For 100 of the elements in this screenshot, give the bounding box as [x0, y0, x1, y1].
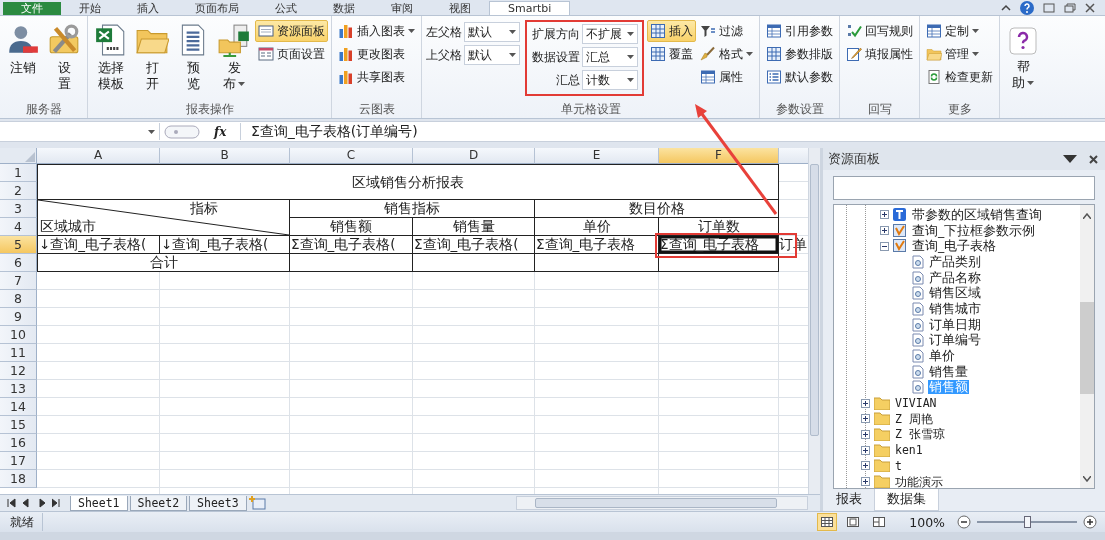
tree-item[interactable]: 订单日期: [928, 317, 982, 332]
ribbon-tab[interactable]: 开始: [61, 2, 119, 15]
expand-icon[interactable]: [861, 398, 870, 408]
expand-icon[interactable]: [880, 210, 889, 220]
panel-tab[interactable]: 报表: [824, 489, 874, 511]
row-header[interactable]: 2: [0, 182, 37, 200]
row-header[interactable]: 13: [0, 380, 37, 398]
ribbon-button[interactable]: 填报属性: [843, 43, 916, 65]
ribbon-button[interactable]: 打 开: [132, 20, 172, 95]
table-cell[interactable]: Σ查询_电子表格(: [413, 236, 535, 254]
row-header[interactable]: 17: [0, 452, 37, 470]
row-header[interactable]: 9: [0, 308, 37, 326]
ribbon-button[interactable]: 资源面板: [255, 20, 328, 42]
scroll-up-icon[interactable]: [1083, 213, 1091, 219]
tree-item[interactable]: 产品名称: [928, 270, 982, 285]
column-header[interactable]: C: [290, 148, 413, 164]
row-header[interactable]: 6: [0, 254, 37, 272]
ribbon-button[interactable]: 页面设置: [255, 43, 328, 65]
table-cell[interactable]: Σ查询_电子表格: [659, 236, 779, 254]
ribbon-button[interactable]: 覆盖: [647, 43, 696, 65]
help-icon[interactable]: [1020, 0, 1034, 15]
ribbon-button[interactable]: 引用参数: [763, 20, 836, 42]
ribbon-tab[interactable]: Smartbi: [489, 1, 571, 15]
expand-icon[interactable]: [861, 414, 870, 424]
ribbon-button[interactable]: 发 布: [214, 20, 254, 95]
panel-tab[interactable]: 数据集: [874, 489, 939, 511]
tree-item[interactable]: Z 张雪琼: [894, 427, 946, 442]
restore-icon[interactable]: [1064, 2, 1076, 13]
zoom-level[interactable]: 100%: [909, 514, 945, 530]
row-header[interactable]: 10: [0, 326, 37, 344]
ribbon-button[interactable]: 设 置: [44, 20, 84, 95]
ribbon-button[interactable]: 格式: [697, 43, 756, 65]
close-icon[interactable]: [1089, 154, 1098, 164]
row-header[interactable]: 14: [0, 398, 37, 416]
dropdown-triangle-icon[interactable]: [1063, 155, 1077, 163]
scroll-down-icon[interactable]: [1083, 476, 1091, 482]
ribbon-tab[interactable]: 插入: [119, 2, 177, 15]
tree-item[interactable]: 销售量: [928, 364, 969, 379]
ribbon-button[interactable]: 更改图表: [335, 43, 418, 65]
tree-item[interactable]: 查询_下拉框参数示例: [911, 223, 1037, 238]
tree-item[interactable]: ken1: [894, 443, 924, 458]
tree-item[interactable]: 订单编号: [928, 333, 982, 348]
table-cell[interactable]: ↓查询_电子表格(: [37, 236, 160, 254]
ribbon-button[interactable]: 过滤: [697, 20, 756, 42]
tree-item[interactable]: VIVIAN: [894, 396, 938, 411]
table-cell[interactable]: Σ查询_电子表格: [535, 236, 659, 254]
ribbon-button[interactable]: 检查更新: [923, 66, 996, 88]
tree-item[interactable]: 产品类别: [928, 254, 982, 269]
table-cell[interactable]: ↓查询_电子表格(: [160, 236, 290, 254]
row-header[interactable]: 16: [0, 434, 37, 452]
row-header[interactable]: 18: [0, 470, 37, 488]
ribbon-button[interactable]: 参数排版: [763, 43, 836, 65]
ribbon-button[interactable]: 默认参数: [763, 66, 836, 88]
row-header[interactable]: 8: [0, 290, 37, 308]
row-header[interactable]: 4: [0, 218, 37, 236]
ribbon-button[interactable]: 属性: [697, 66, 756, 88]
ribbon-button[interactable]: 回写规则: [843, 20, 916, 42]
expand-icon[interactable]: [880, 226, 889, 236]
column-header[interactable]: F: [659, 148, 779, 164]
expand-icon[interactable]: [861, 461, 870, 471]
tree-item[interactable]: 查询_电子表格: [911, 239, 998, 254]
vertical-scrollbar[interactable]: [1080, 205, 1094, 488]
column-header[interactable]: B: [160, 148, 290, 164]
ribbon-button[interactable]: 预 览: [173, 20, 213, 95]
dropdown-field[interactable]: 计数: [582, 70, 638, 90]
ribbon-tab[interactable]: 公式: [257, 2, 315, 15]
row-header[interactable]: 1: [0, 164, 37, 182]
column-header[interactable]: E: [535, 148, 659, 164]
row-header[interactable]: 5: [0, 236, 37, 254]
sheet-tab[interactable]: Sheet1: [70, 495, 128, 511]
tree-item[interactable]: Z 周艳: [894, 411, 934, 426]
row-header[interactable]: 3: [0, 200, 37, 218]
column-header[interactable]: A: [37, 148, 160, 164]
row-header[interactable]: 15: [0, 416, 37, 434]
expand-icon[interactable]: [861, 477, 870, 487]
row-header[interactable]: 7: [0, 272, 37, 290]
zoom-in-icon[interactable]: [1083, 515, 1097, 529]
tree-item[interactable]: 功能演示: [894, 474, 944, 488]
dropdown-field[interactable]: 不扩展: [582, 24, 638, 44]
expand-icon[interactable]: [861, 445, 870, 455]
minimize-icon[interactable]: [1043, 2, 1055, 13]
column-header[interactable]: D: [413, 148, 535, 164]
dropdown-field[interactable]: 汇总: [582, 47, 638, 67]
ribbon-tab[interactable]: 视图: [431, 2, 489, 15]
zoom-slider[interactable]: [977, 515, 1077, 529]
formula-field[interactable]: Σ查询_电子表格(订单编号): [240, 123, 1105, 140]
tree-item[interactable]: 销售城市: [928, 301, 982, 316]
close-icon[interactable]: [1085, 2, 1095, 13]
vertical-scrollbar[interactable]: [808, 148, 820, 494]
tree-item[interactable]: 单价: [928, 349, 956, 364]
zoom-out-icon[interactable]: [957, 515, 971, 529]
ribbon-button[interactable]: 管理: [923, 43, 996, 65]
sheet-tab[interactable]: Sheet3: [189, 495, 247, 511]
ribbon-button[interactable]: 定制: [923, 20, 996, 42]
expand-icon[interactable]: [861, 429, 870, 439]
ribbon-button[interactable]: 共享图表: [335, 66, 418, 88]
sheet-tab[interactable]: Sheet2: [129, 495, 188, 511]
search-field[interactable]: [833, 176, 1095, 200]
ribbon-button[interactable]: 插入: [647, 20, 696, 42]
horizontal-scrollbar[interactable]: [516, 496, 808, 510]
